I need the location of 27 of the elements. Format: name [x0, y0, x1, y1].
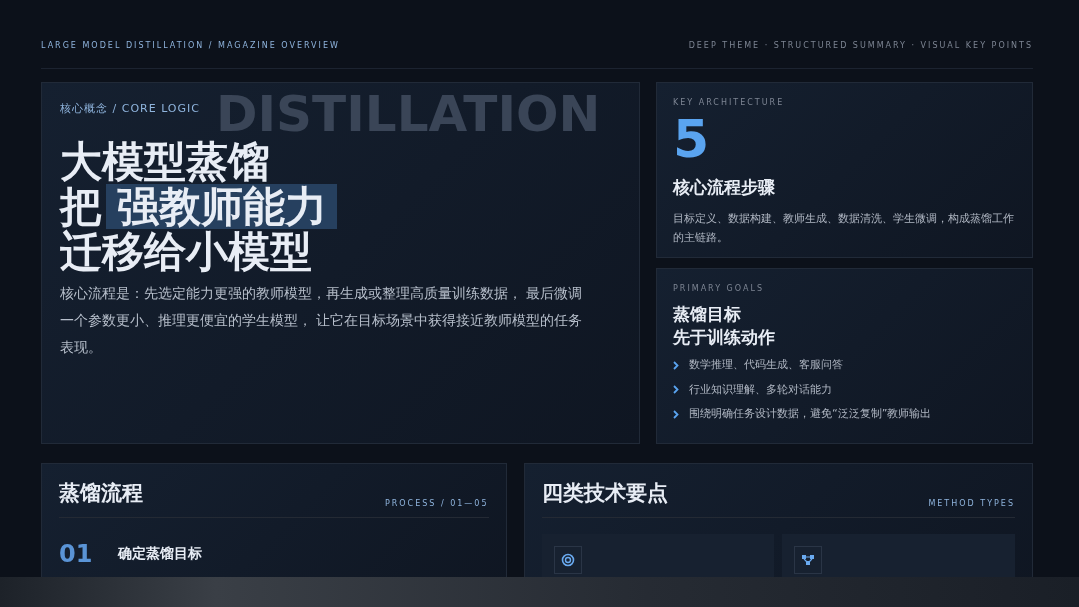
header-subtitle: DEEP THEME · STRUCTURED SUMMARY · VISUAL KEY POINTS — [688, 40, 1033, 52]
header-title: LARGE MODEL DISTILLATION / MAGAZINE OVERVIEW — [41, 40, 340, 52]
title-line: 大模型蒸馏 — [60, 139, 270, 184]
step-number: 01 — [59, 538, 93, 570]
step-count: 5 — [673, 113, 711, 165]
eyebrow-label: PRIMARY GOALS — [673, 283, 765, 295]
lead-paragraph: 核心流程是：先选定能力更强的教师模型，再生成或整理高质量训练数据， 最后微调一个参数更小、推理更便宜的学生模型， 让它在目标场景中获得接近教师模型的任务表现。 — [60, 284, 584, 357]
chevron-icon — [673, 385, 679, 395]
section-title: 四类技术要点 — [541, 480, 668, 507]
step-title: 确定蒸馏目标 — [118, 544, 203, 563]
card-title-line: 先于训练动作 — [673, 326, 775, 349]
title-line: 迁移给小模型 — [60, 229, 312, 274]
target-icon — [560, 552, 575, 567]
card-text: 目标定义、数据构建、教师生成、数据清洗、学生微调，构成蒸馏工作的主链路。 — [673, 210, 1015, 246]
chevron-icon — [673, 409, 679, 419]
section-tag: PROCESS / 01—05 — [384, 497, 489, 510]
card-title-line: 蒸馏目标 — [673, 303, 741, 326]
section-tag: METHOD TYPES — [928, 497, 1015, 510]
eyebrow-label: 核心概念 / CORE LOGIC — [60, 101, 200, 117]
eyebrow-label: KEY ARCHITECTURE — [673, 97, 786, 109]
card-title: 核心流程步骤 — [673, 176, 776, 199]
goal-item: 数学推理、代码生成、客服问答 — [689, 357, 843, 373]
goal-item: 行业知识理解、多轮对话能力 — [689, 381, 832, 398]
chevron-icon — [673, 360, 679, 370]
nodes-icon — [801, 552, 816, 567]
goal-item: 围绕明确任务设计数据，避免“泛泛复制”教师输出 — [689, 406, 932, 422]
section-title: 蒸馏流程 — [59, 480, 143, 507]
